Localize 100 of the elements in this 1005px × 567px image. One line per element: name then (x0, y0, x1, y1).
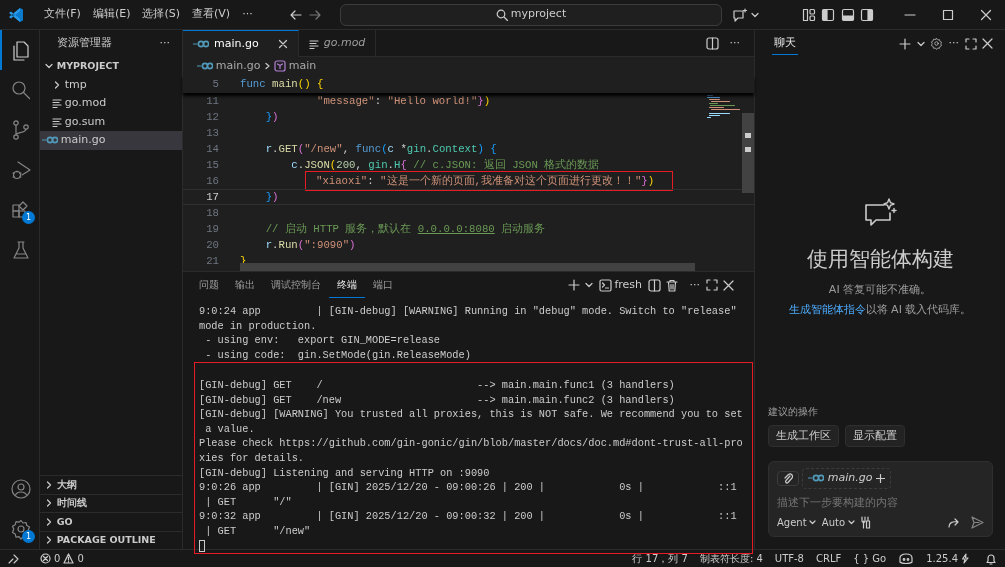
terminal-line: | GET "/" (204, 494, 293, 510)
panel-tab[interactable]: 调试控制台 (263, 272, 329, 298)
status-item[interactable]: { } Go (847, 551, 893, 566)
terminal-line: Please check https://github.com/gin-gonic/gin/blob/master/docs/doc.md#dont-trust-all-pro (199, 436, 744, 451)
section-header[interactable]: 时间线 (40, 493, 182, 512)
go-file-icon (197, 61, 213, 71)
more-button[interactable]: ··· (948, 35, 959, 52)
chat-sparkle-icon[interactable] (732, 7, 749, 22)
app-logo-icon (8, 6, 24, 23)
section-header[interactable]: PACKAGE OUTLINE (40, 530, 182, 549)
plus-icon[interactable] (567, 279, 580, 291)
breadcrumb-item[interactable]: main.go (215, 57, 261, 75)
maximize-panel-icon[interactable] (705, 279, 718, 291)
chevron-down-icon[interactable] (750, 10, 759, 19)
chat-tab[interactable]: 聊天 (772, 31, 798, 56)
menu-item[interactable]: 编辑(E) (86, 6, 137, 23)
run-debug-icon[interactable] (10, 159, 32, 181)
text-file-icon (52, 98, 62, 109)
chevron-right-icon[interactable] (44, 535, 54, 546)
section-header[interactable]: GO (40, 512, 182, 531)
tree-item[interactable]: tmp (40, 75, 182, 94)
gear-icon[interactable] (10, 518, 32, 540)
panel-tab[interactable]: 端口 (365, 272, 401, 298)
files-icon[interactable] (10, 39, 32, 61)
terminal-selector[interactable]: fresh (598, 276, 642, 294)
line-number: 21 (205, 254, 219, 269)
dropdown-button[interactable]: Auto (821, 515, 855, 530)
line-number: 17 (205, 190, 219, 205)
problems-status[interactable]: 0 0 (34, 551, 90, 566)
branch-icon[interactable] (10, 119, 32, 141)
line-number: 11 (205, 94, 219, 109)
editor-tab[interactable]: main.go (183, 30, 299, 57)
context-chip[interactable]: main.go (801, 468, 892, 489)
chevron-right-icon[interactable] (44, 516, 54, 527)
breadcrumb-item[interactable]: main (288, 57, 317, 75)
close-icon[interactable] (277, 39, 288, 49)
plus-icon[interactable] (899, 37, 911, 50)
chevron-right-icon[interactable] (44, 498, 54, 509)
left-panel-icon[interactable] (821, 7, 835, 22)
tools-icon[interactable] (860, 516, 872, 529)
attach-button[interactable] (777, 470, 799, 486)
chevron-right-icon[interactable] (44, 479, 54, 490)
panel-tab[interactable]: 终端 (329, 272, 365, 298)
tree-item[interactable]: go.sum (40, 112, 182, 131)
redo-arrow-icon[interactable] (948, 517, 960, 528)
terminal-line: - using code: gin.SetMode(gin.ReleaseMode) (204, 347, 472, 363)
status-item[interactable]: 行 17，列 7 (626, 551, 694, 566)
tree-item[interactable]: MYPROJECT (40, 57, 182, 76)
close-icon[interactable] (980, 8, 992, 21)
scrollbar[interactable] (240, 263, 695, 271)
close-icon[interactable] (723, 279, 734, 291)
gear-icon[interactable] (930, 37, 943, 50)
dropdown-button[interactable]: Agent (777, 515, 817, 530)
status-item[interactable]: 1.25.4 (920, 551, 975, 566)
terminal-line: mode in production. (199, 318, 318, 334)
split-terminal-icon[interactable] (647, 278, 661, 292)
more-button[interactable]: ··· (159, 35, 170, 52)
layout-icon[interactable] (801, 7, 816, 22)
chevron-down-icon (847, 519, 855, 526)
split-editor-icon[interactable] (705, 36, 719, 50)
copilot-icon[interactable] (898, 552, 915, 565)
code-line: r.GET("/new", func(c *gin.Context) { (265, 142, 497, 157)
send-icon[interactable] (971, 516, 984, 529)
code-line: r.Run(":9090") (265, 238, 356, 253)
tree-item[interactable]: main.go (40, 131, 182, 150)
editor-tab[interactable]: go.mod (298, 30, 377, 57)
menu-item[interactable]: 查看(V) (186, 6, 237, 23)
status-item[interactable]: 制表符长度: 4 (693, 551, 769, 566)
trash-icon[interactable] (666, 278, 678, 292)
panel-tab[interactable]: 问题 (191, 272, 227, 298)
suggestion-button[interactable]: 显示配置 (844, 424, 905, 447)
search-field[interactable]: myproject (340, 3, 723, 26)
chat-sparkle-icon (863, 197, 897, 229)
disclaimer-text: AI 答复可能不准确。 (828, 281, 932, 298)
menu-item[interactable]: 选择(S) (136, 6, 187, 23)
hint-text: 生成智能体指令以将 AI 载入代码库。 (788, 302, 972, 318)
scrollbar[interactable] (742, 113, 754, 193)
more-button[interactable]: ··· (689, 276, 700, 294)
panel-tab[interactable]: 输出 (227, 272, 263, 298)
search-icon[interactable] (10, 79, 32, 101)
suggestion-button[interactable]: 生成工作区 (768, 424, 839, 447)
close-icon[interactable] (982, 38, 993, 49)
bell-icon[interactable] (985, 552, 997, 565)
section-header[interactable]: 大纲 (40, 475, 182, 494)
instructions-link[interactable]: 生成智能体指令 (788, 303, 866, 316)
chevron-down-icon[interactable] (916, 39, 925, 48)
bottom-panel-icon[interactable] (840, 7, 855, 22)
menu-item[interactable]: ··· (236, 6, 259, 23)
menu-item[interactable]: 文件(F) (38, 6, 87, 23)
tree-item[interactable]: go.mod (40, 94, 182, 113)
status-item[interactable]: CRLF (809, 551, 848, 566)
terminal-line: 9:0:26 app | [GIN] 2025/12/20 - 09:00:26 | 200 | 0s | ::1 (199, 480, 738, 495)
maximize-icon[interactable] (942, 8, 954, 21)
right-panel-icon[interactable] (860, 7, 874, 22)
chevron-down-icon[interactable] (585, 281, 594, 289)
fullscreen-icon[interactable] (964, 37, 977, 50)
chevron-right-icon[interactable] (52, 79, 62, 90)
more-button[interactable]: ··· (729, 34, 740, 52)
status-item[interactable]: UTF-8 (768, 551, 810, 566)
account-icon[interactable] (10, 478, 32, 500)
